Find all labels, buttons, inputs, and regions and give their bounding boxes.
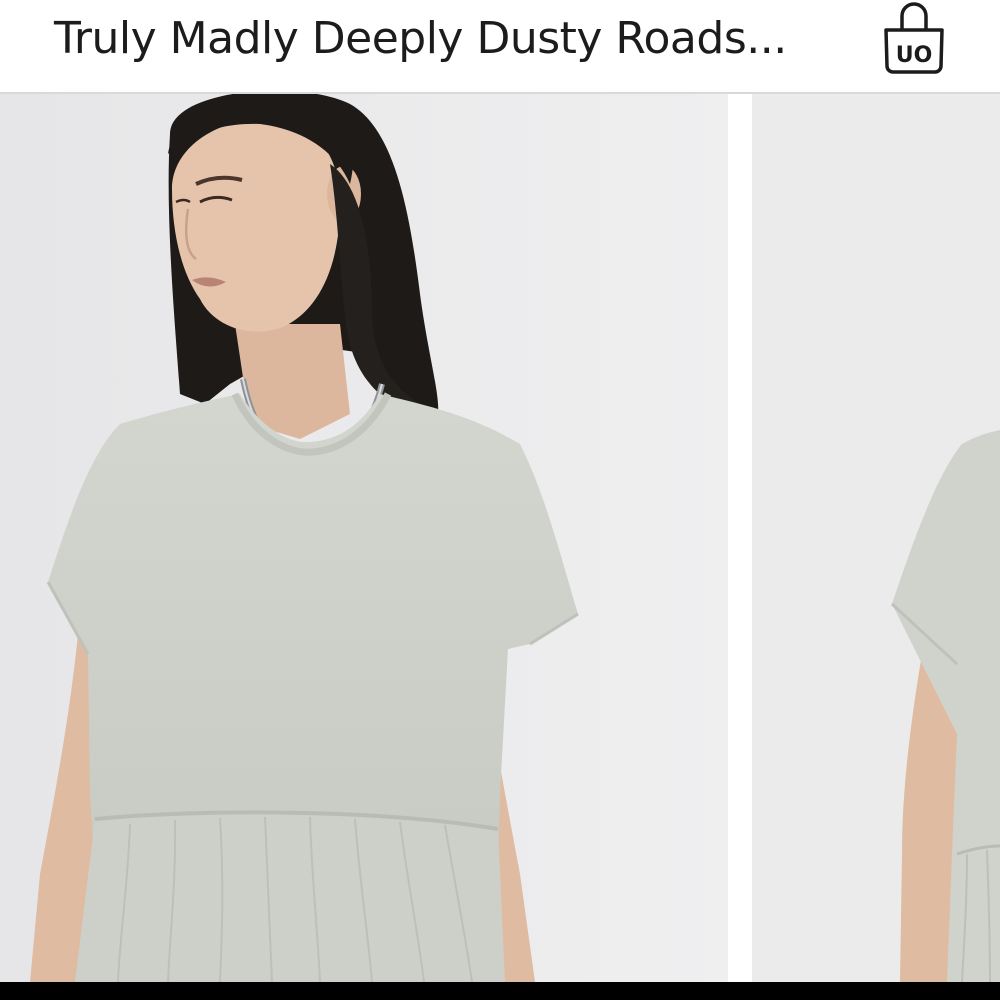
bag-badge-text: UO xyxy=(896,43,933,68)
shopping-bag-button[interactable]: UO xyxy=(880,0,948,80)
model-front-image xyxy=(0,94,728,982)
product-title: Truly Madly Deeply Dusty Roads... xyxy=(54,13,787,64)
bottom-edge-bar xyxy=(0,982,1000,1000)
product-image-carousel[interactable] xyxy=(0,94,1000,982)
model-side-image xyxy=(752,94,1000,982)
product-photo-front[interactable] xyxy=(0,94,728,982)
top-bar: Truly Madly Deeply Dusty Roads... UO xyxy=(0,0,1000,94)
product-photo-side[interactable] xyxy=(752,94,1000,982)
product-page: Truly Madly Deeply Dusty Roads... UO xyxy=(0,0,1000,1000)
shopping-bag-icon: UO xyxy=(884,2,944,74)
